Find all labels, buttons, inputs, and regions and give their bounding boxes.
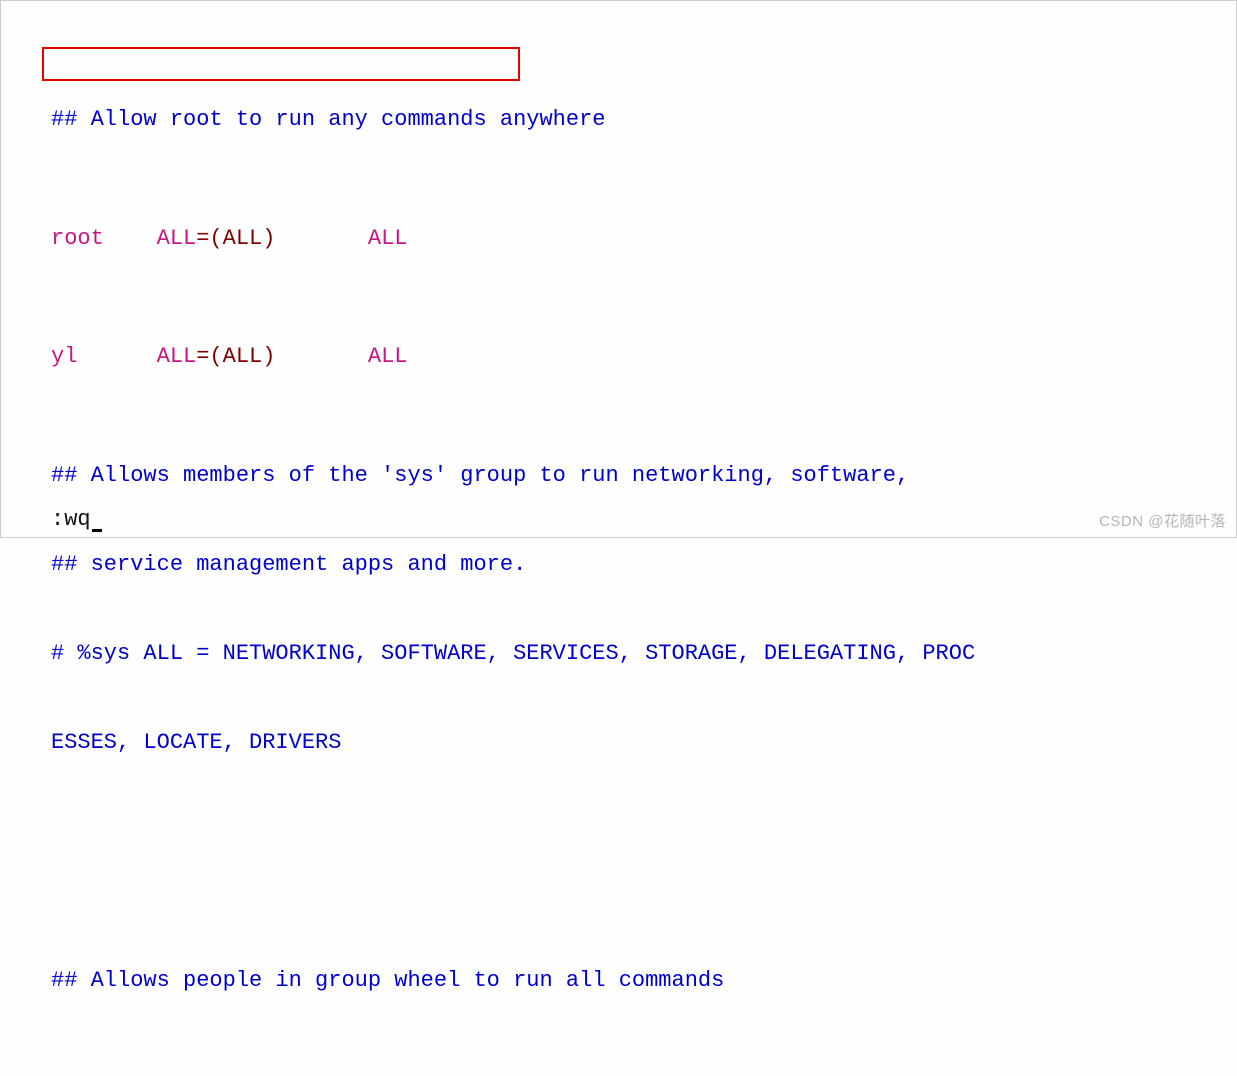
vim-command-line[interactable]: :wq <box>51 507 102 532</box>
user-root: root <box>51 226 104 251</box>
sudo-rule-yl: yl ALL=(ALL) ALL <box>51 342 1224 372</box>
comment-line: ## service management apps and more. <box>51 550 1224 580</box>
rule-paren: =(ALL) <box>196 344 275 369</box>
command-text: :wq <box>51 507 91 532</box>
highlight-rectangle <box>42 47 520 81</box>
watermark-text: CSDN @花随叶落 <box>1099 510 1226 531</box>
blank-line <box>51 847 1224 877</box>
comment-line: ## Allows members of the 'sys' group to … <box>51 461 1224 491</box>
rule-all: ALL <box>157 344 197 369</box>
rule-all: ALL <box>157 226 197 251</box>
sudo-rule-root: root ALL=(ALL) ALL <box>51 224 1224 254</box>
comment-line: # %sys ALL = NETWORKING, SOFTWARE, SERVI… <box>51 639 1224 669</box>
user-yl: yl <box>51 344 77 369</box>
rule-paren: =(ALL) <box>196 226 275 251</box>
rule-end: ALL <box>368 344 408 369</box>
cursor-icon <box>92 529 102 532</box>
sudoers-editor[interactable]: ## Allow root to run any commands anywhe… <box>1 1 1236 1076</box>
comment-line-wrap: ESSES, LOCATE, DRIVERS <box>51 728 1224 758</box>
comment-line: ## Allow root to run any commands anywhe… <box>51 105 1224 135</box>
comment-line: ## Allows people in group wheel to run a… <box>51 966 1224 996</box>
rule-end: ALL <box>368 226 408 251</box>
